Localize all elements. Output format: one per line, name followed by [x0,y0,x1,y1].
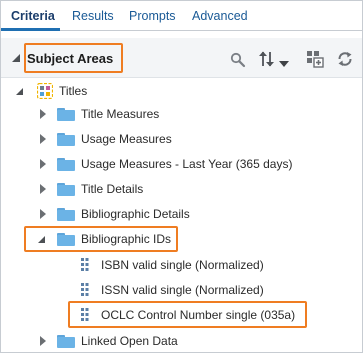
column-icon [81,258,89,271]
tree-column-row[interactable]: ISBN valid single (Normalized) [1,253,362,277]
tab-advanced[interactable]: Advanced [192,9,248,23]
tree-column-row[interactable]: ISSN valid single (Normalized) [1,278,362,302]
folder-icon [57,183,75,196]
tree-root-row[interactable]: Titles [1,79,362,103]
folder-label[interactable]: Bibliographic Details [81,207,190,221]
folder-label[interactable]: Linked Open Data [81,334,178,348]
criteria-panel: Criteria Results Prompts Advanced Subjec… [0,0,363,353]
subject-areas-title: Subject Areas [27,51,114,66]
folder-icon [57,208,75,221]
tab-criteria[interactable]: Criteria [11,9,55,23]
folder-label[interactable]: Usage Measures - Last Year (365 days) [81,157,292,171]
tree-folder-row[interactable]: Usage Measures - Last Year (365 days) [1,152,362,176]
add-subject-area-icon[interactable] [306,49,324,69]
folder-label[interactable]: Usage Measures [81,132,172,146]
search-icon[interactable] [230,50,246,70]
bibliographic-ids-highlight [24,226,178,252]
folder-icon [57,158,75,171]
expand-triangle-icon[interactable] [40,209,46,219]
tab-prompts[interactable]: Prompts [129,9,176,23]
sort-icon[interactable] [258,49,276,69]
chevron-down-icon[interactable] [279,55,289,75]
expand-triangle-icon[interactable] [40,336,46,346]
refresh-icon[interactable] [336,49,354,69]
column-icon [81,283,89,296]
column-label[interactable]: ISBN valid single (Normalized) [101,258,264,272]
folder-icon [57,108,75,121]
tree-folder-row[interactable]: Title Details [1,177,362,201]
active-tab-indicator [1,28,60,31]
expand-triangle-icon[interactable] [40,134,46,144]
expand-triangle-icon[interactable] [40,159,46,169]
subject-area-icon [37,83,53,99]
expand-triangle-icon[interactable] [40,109,46,119]
column-label[interactable]: ISSN valid single (Normalized) [101,283,264,297]
folder-icon [57,335,75,348]
collapse-triangle-icon[interactable] [11,53,21,63]
tree-root-label[interactable]: Titles [59,84,87,98]
tab-results[interactable]: Results [72,9,114,23]
expanded-triangle-icon[interactable] [15,87,24,96]
folder-icon [57,133,75,146]
folder-label[interactable]: Title Measures [81,107,159,121]
tree-folder-row[interactable]: Linked Open Data [1,329,362,353]
tree-folder-row[interactable]: Title Measures [1,102,362,126]
expand-triangle-icon[interactable] [40,184,46,194]
folder-label[interactable]: Title Details [81,182,143,196]
tab-bar: Criteria Results Prompts Advanced [1,1,362,31]
oclc-column-highlight [68,301,307,328]
tree-folder-row[interactable]: Usage Measures [1,127,362,151]
tree-folder-row[interactable]: Bibliographic Details [1,202,362,226]
